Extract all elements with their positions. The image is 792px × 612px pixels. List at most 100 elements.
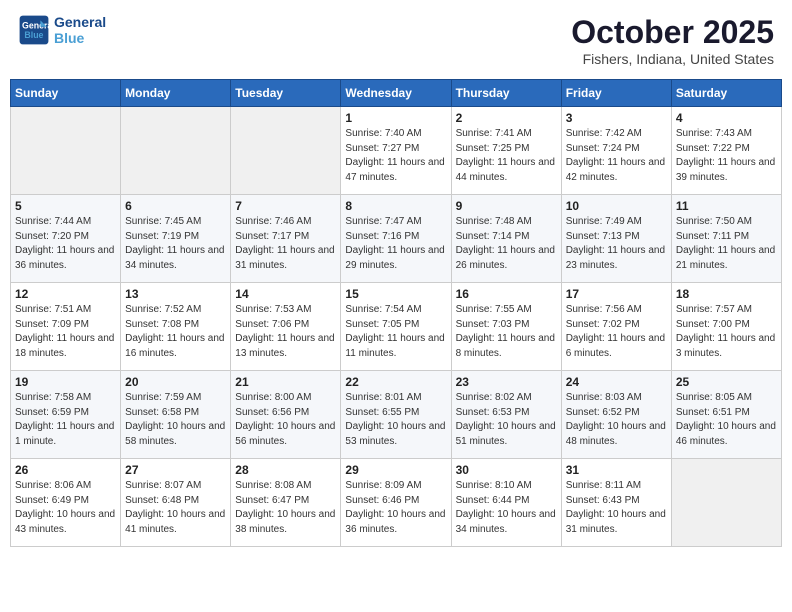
weekday-header-tuesday: Tuesday (231, 80, 341, 107)
week-row-4: 19 Sunrise: 7:58 AMSunset: 6:59 PMDayligh… (11, 371, 782, 459)
day-number: 1 (345, 111, 446, 125)
calendar-cell: 21 Sunrise: 8:00 AMSunset: 6:56 PMDayligh… (231, 371, 341, 459)
calendar-cell: 13 Sunrise: 7:52 AMSunset: 7:08 PMDayligh… (121, 283, 231, 371)
day-info: Sunrise: 7:43 AMSunset: 7:22 PMDaylight:… (676, 127, 777, 185)
calendar-cell: 5Sunrise: 7:44 AMSunset: 7:20 PMDaylight… (11, 195, 121, 283)
svg-text:General: General (22, 20, 50, 30)
weekday-header-monday: Monday (121, 80, 231, 107)
calendar-cell: 15 Sunrise: 7:54 AMSunset: 7:05 PMDayligh… (341, 283, 451, 371)
calendar-cell: 17 Sunrise: 7:56 AMSunset: 7:02 PMDayligh… (561, 283, 671, 371)
day-info: Sunrise: 7:40 AMSunset: 7:27 PMDaylight:… (345, 127, 446, 185)
day-info: Sunrise: 7:49 AMSunset: 7:13 PMDaylight:… (566, 215, 667, 273)
week-row-3: 12Sunrise: 7:51 AMSunset: 7:09 PMDayligh… (11, 283, 782, 371)
day-number: 12 (15, 287, 116, 301)
day-info: Sunrise: 8:10 AMSunset: 6:44 PMDaylight:… (456, 479, 557, 537)
logo-blue: Blue (54, 30, 106, 46)
day-info: Sunrise: 7:56 AMSunset: 7:02 PMDaylight:… (566, 303, 667, 361)
day-number: 13 (125, 287, 226, 301)
page-header: General Blue General Blue October 2025 F… (10, 10, 782, 71)
calendar-cell: 22 Sunrise: 8:01 AMSunset: 6:55 PMDayligh… (341, 371, 451, 459)
weekday-header-thursday: Thursday (451, 80, 561, 107)
calendar-cell: 10 Sunrise: 7:49 AMSunset: 7:13 PMDayligh… (561, 195, 671, 283)
day-info: Sunrise: 8:07 AMSunset: 6:48 PMDaylight:… (125, 479, 226, 537)
day-info: Sunrise: 8:09 AMSunset: 6:46 PMDaylight:… (345, 479, 446, 537)
day-number: 2 (456, 111, 557, 125)
weekday-header-row: SundayMondayTuesdayWednesdayThursdayFrid… (11, 80, 782, 107)
weekday-header-friday: Friday (561, 80, 671, 107)
logo-general: General (54, 14, 106, 30)
calendar-cell: 2 Sunrise: 7:41 AMSunset: 7:25 PMDaylight… (451, 107, 561, 195)
day-info: Sunrise: 8:00 AMSunset: 6:56 PMDaylight:… (235, 391, 336, 449)
day-number: 25 (676, 375, 777, 389)
day-info: Sunrise: 7:53 AMSunset: 7:06 PMDaylight:… (235, 303, 336, 361)
day-number: 17 (566, 287, 667, 301)
calendar-cell: 24 Sunrise: 8:03 AMSunset: 6:52 PMDayligh… (561, 371, 671, 459)
day-info: Sunrise: 7:57 AMSunset: 7:00 PMDaylight:… (676, 303, 777, 361)
day-number: 20 (125, 375, 226, 389)
calendar-cell: 31Sunrise: 8:11 AMSunset: 6:43 PMDayligh… (561, 459, 671, 547)
location: Fishers, Indiana, United States (571, 51, 774, 67)
day-info: Sunrise: 7:42 AMSunset: 7:24 PMDaylight:… (566, 127, 667, 185)
day-number: 24 (566, 375, 667, 389)
calendar-cell: 19 Sunrise: 7:58 AMSunset: 6:59 PMDayligh… (11, 371, 121, 459)
day-number: 30 (456, 463, 557, 477)
day-info: Sunrise: 8:08 AMSunset: 6:47 PMDaylight:… (235, 479, 336, 537)
calendar-cell: 16Sunrise: 7:55 AMSunset: 7:03 PMDayligh… (451, 283, 561, 371)
calendar-cell: 3 Sunrise: 7:42 AMSunset: 7:24 PMDaylight… (561, 107, 671, 195)
day-info: Sunrise: 7:54 AMSunset: 7:05 PMDaylight:… (345, 303, 446, 361)
calendar-cell (11, 107, 121, 195)
day-number: 15 (345, 287, 446, 301)
day-number: 19 (15, 375, 116, 389)
month-title: October 2025 (571, 14, 774, 51)
day-number: 28 (235, 463, 336, 477)
day-info: Sunrise: 7:59 AMSunset: 6:58 PMDaylight:… (125, 391, 226, 449)
calendar-cell: 29Sunrise: 8:09 AMSunset: 6:46 PMDayligh… (341, 459, 451, 547)
svg-text:Blue: Blue (24, 30, 43, 40)
logo-icon: General Blue (18, 14, 50, 46)
calendar-cell: 8Sunrise: 7:47 AMSunset: 7:16 PMDaylight… (341, 195, 451, 283)
day-info: Sunrise: 8:01 AMSunset: 6:55 PMDaylight:… (345, 391, 446, 449)
day-info: Sunrise: 8:03 AMSunset: 6:52 PMDaylight:… (566, 391, 667, 449)
calendar-cell: 30 Sunrise: 8:10 AMSunset: 6:44 PMDayligh… (451, 459, 561, 547)
day-info: Sunrise: 7:52 AMSunset: 7:08 PMDaylight:… (125, 303, 226, 361)
calendar-cell: 18Sunrise: 7:57 AMSunset: 7:00 PMDayligh… (671, 283, 781, 371)
calendar-cell: 4 Sunrise: 7:43 AMSunset: 7:22 PMDaylight… (671, 107, 781, 195)
day-number: 9 (456, 199, 557, 213)
calendar-cell: 9 Sunrise: 7:48 AMSunset: 7:14 PMDaylight… (451, 195, 561, 283)
day-number: 11 (676, 199, 777, 213)
day-info: Sunrise: 7:44 AMSunset: 7:20 PMDaylight:… (15, 215, 116, 273)
calendar-table: SundayMondayTuesdayWednesdayThursdayFrid… (10, 79, 782, 547)
day-number: 4 (676, 111, 777, 125)
weekday-header-wednesday: Wednesday (341, 80, 451, 107)
day-number: 7 (235, 199, 336, 213)
day-number: 16 (456, 287, 557, 301)
day-info: Sunrise: 7:48 AMSunset: 7:14 PMDaylight:… (456, 215, 557, 273)
calendar-cell (671, 459, 781, 547)
day-info: Sunrise: 8:06 AMSunset: 6:49 PMDaylight:… (15, 479, 116, 537)
day-info: Sunrise: 7:50 AMSunset: 7:11 PMDaylight:… (676, 215, 777, 273)
day-number: 10 (566, 199, 667, 213)
day-number: 8 (345, 199, 446, 213)
calendar-cell: 26Sunrise: 8:06 AMSunset: 6:49 PMDayligh… (11, 459, 121, 547)
day-number: 22 (345, 375, 446, 389)
day-info: Sunrise: 7:41 AMSunset: 7:25 PMDaylight:… (456, 127, 557, 185)
week-row-2: 5Sunrise: 7:44 AMSunset: 7:20 PMDaylight… (11, 195, 782, 283)
day-info: Sunrise: 8:05 AMSunset: 6:51 PMDaylight:… (676, 391, 777, 449)
calendar-cell: 11 Sunrise: 7:50 AMSunset: 7:11 PMDayligh… (671, 195, 781, 283)
day-info: Sunrise: 7:58 AMSunset: 6:59 PMDaylight:… (15, 391, 116, 449)
calendar-cell (121, 107, 231, 195)
week-row-1: 1 Sunrise: 7:40 AMSunset: 7:27 PMDaylight… (11, 107, 782, 195)
day-number: 21 (235, 375, 336, 389)
weekday-header-saturday: Saturday (671, 80, 781, 107)
calendar-cell: 23 Sunrise: 8:02 AMSunset: 6:53 PMDayligh… (451, 371, 561, 459)
calendar-cell: 27Sunrise: 8:07 AMSunset: 6:48 PMDayligh… (121, 459, 231, 547)
day-info: Sunrise: 8:02 AMSunset: 6:53 PMDaylight:… (456, 391, 557, 449)
calendar-cell: 28 Sunrise: 8:08 AMSunset: 6:47 PMDayligh… (231, 459, 341, 547)
title-block: October 2025 Fishers, Indiana, United St… (571, 14, 774, 67)
calendar-cell: 20 Sunrise: 7:59 AMSunset: 6:58 PMDayligh… (121, 371, 231, 459)
day-number: 23 (456, 375, 557, 389)
day-info: Sunrise: 8:11 AMSunset: 6:43 PMDaylight:… (566, 479, 667, 537)
day-info: Sunrise: 7:45 AMSunset: 7:19 PMDaylight:… (125, 215, 226, 273)
weekday-header-sunday: Sunday (11, 80, 121, 107)
day-number: 3 (566, 111, 667, 125)
